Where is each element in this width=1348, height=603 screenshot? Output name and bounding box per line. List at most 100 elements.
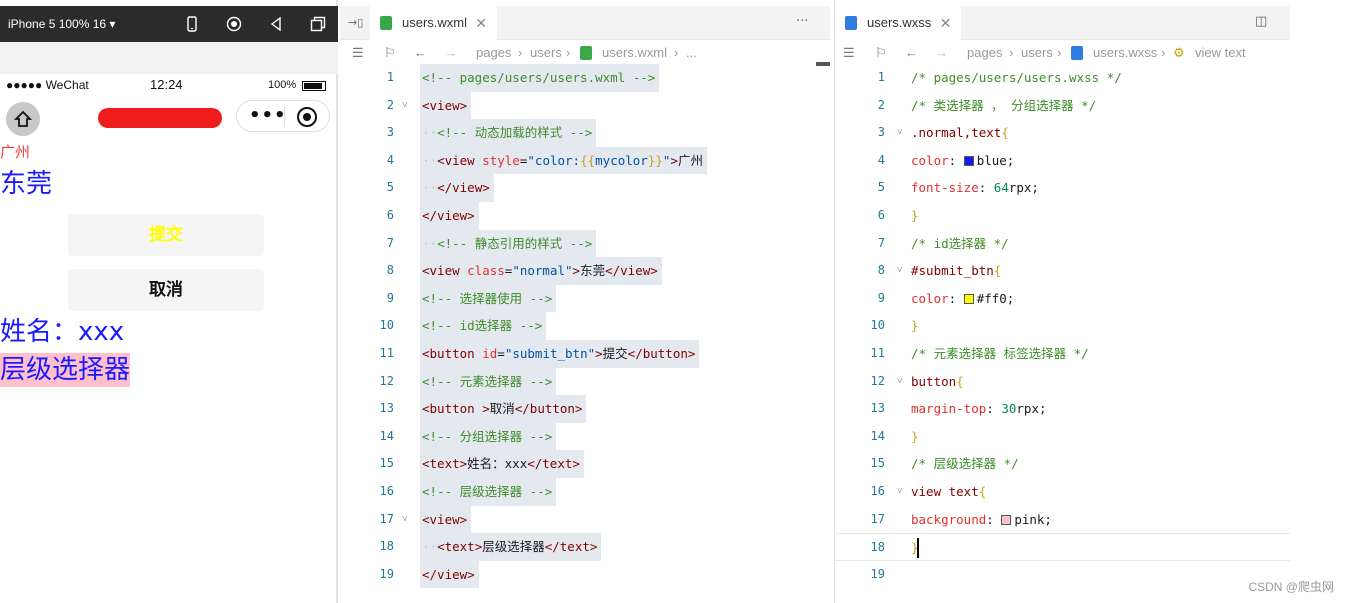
code-token: { (1001, 125, 1009, 141)
forward-arrow-icon[interactable]: → (444, 45, 457, 60)
wxml-line[interactable]: 15 <text>姓名：xxx</text> (340, 450, 830, 478)
list-icon[interactable]: ☰ (843, 45, 855, 61)
code-token: rpx; (1008, 180, 1039, 196)
tab-users-wxml[interactable]: users.wxml ✕ (370, 6, 498, 40)
breadcrumb-item[interactable]: users.wxss (1093, 45, 1157, 60)
phone-icon[interactable] (184, 16, 200, 32)
fold-chevron-icon[interactable]: ˅ (402, 92, 408, 120)
submit-button[interactable]: 提交 (68, 214, 264, 256)
wxml-line[interactable]: 11 <button id="submit_btn">提交</button> (340, 340, 830, 368)
home-icon[interactable] (6, 102, 40, 136)
back-arrow-icon[interactable]: ← (414, 45, 427, 60)
breadcrumb-item[interactable]: users.wxml (602, 45, 667, 60)
code-token: </text> (527, 456, 580, 472)
list-icon[interactable]: ☰ (352, 45, 364, 61)
breadcrumb: ☰ ⚐ ← → pages › users › users.wxss › ⚙ v… (835, 40, 1290, 66)
wxss-line[interactable]: 11 /* 元素选择器 标签选择器 */ (835, 340, 1290, 368)
wxml-line[interactable]: 3 ··<!-- 动态加载的样式 --> (340, 119, 830, 147)
line-number: 13 (870, 401, 885, 416)
wxss-line[interactable]: 4 color: blue; (835, 147, 1290, 175)
fold-chevron-icon[interactable]: ˅ (897, 478, 903, 506)
wxss-line[interactable]: 18} (835, 533, 1290, 561)
wxss-line[interactable]: 9 color: #ff0; (835, 285, 1290, 313)
breadcrumb-item[interactable]: users (1021, 45, 1053, 60)
split-arrow-icon[interactable]: →▯ (348, 16, 363, 29)
wxml-editor: →▯ users.wxml ✕ ··· ☰ ⚐ ← → pages › user… (340, 0, 830, 603)
code-token: button (911, 373, 957, 389)
more-icon[interactable]: ••• (249, 105, 287, 126)
line-number: 3 (877, 125, 885, 140)
wxml-line[interactable]: 1 <!-- pages/users/users.wxml --> (340, 64, 830, 92)
wxml-line[interactable]: 14 <!-- 分组选择器 --> (340, 422, 830, 451)
code-token: </button> (627, 346, 696, 361)
wxml-line[interactable]: 6 </view> (340, 202, 830, 230)
wxss-line[interactable]: 3 ˅ .normal,text{ (835, 119, 1290, 147)
battery-level: 100% (268, 79, 297, 91)
fold-chevron-icon[interactable]: ˅ (897, 257, 903, 285)
wxml-line[interactable]: 13 <button >取消</button> (340, 395, 830, 423)
code-token: { (993, 263, 1002, 279)
wxss-line[interactable]: 13 margin-top: 30rpx; (835, 395, 1290, 423)
wxss-line[interactable]: 14} (835, 423, 1290, 451)
code-token: : (986, 511, 1002, 527)
code-token: "normal" (512, 263, 573, 279)
wxss-line[interactable]: 1 /* pages/users/users.wxss */ (835, 64, 1290, 92)
wxml-line[interactable]: 12 <!-- 元素选择器 --> (340, 367, 830, 396)
wxml-line[interactable]: 16 <!-- 层级选择器 --> (340, 478, 830, 506)
breadcrumb-item[interactable]: users (530, 45, 562, 60)
breadcrumb-item[interactable]: ... (686, 45, 697, 60)
wxss-line[interactable]: 6} (835, 202, 1290, 230)
forward-arrow-icon[interactable]: → (935, 45, 948, 60)
code-token: margin-top (911, 401, 987, 417)
wxml-line[interactable]: 2 ˅ <view> (340, 91, 830, 120)
wxml-line[interactable]: 4 ··<view style="color:{{mycolor}}">广州 (340, 146, 830, 175)
wxss-line[interactable]: 19 (835, 561, 1290, 589)
close-icon[interactable]: ✕ (475, 6, 487, 40)
back-arrow-icon[interactable]: ← (905, 45, 918, 60)
fold-chevron-icon[interactable]: ˅ (897, 368, 903, 396)
wxss-line[interactable]: 2 /* 类选择器 ， 分组选择器 */ (835, 92, 1290, 120)
code-token: pink; (1014, 511, 1052, 527)
color-swatch-icon[interactable] (963, 155, 974, 166)
wxml-line[interactable]: 10 <!-- id选择器 --> (340, 312, 830, 340)
back-icon[interactable] (268, 16, 284, 32)
wxss-line[interactable]: 10} (835, 312, 1290, 340)
window-icon[interactable] (310, 16, 326, 32)
split-editor-icon[interactable]: ◫ (1255, 14, 1267, 29)
wxss-line[interactable]: 16 ˅ view text{ (835, 478, 1290, 506)
cancel-button[interactable]: 取消 (68, 269, 264, 311)
wxml-line[interactable]: 18 ··<text>层级选择器</text> (340, 533, 830, 561)
wxss-line[interactable]: 12 ˅ button{ (835, 368, 1290, 396)
fold-chevron-icon[interactable]: ˅ (402, 506, 408, 534)
breadcrumb-item[interactable]: pages (476, 45, 511, 60)
wxss-line[interactable]: 15 /* 层级选择器 */ (835, 450, 1290, 478)
wxml-line[interactable]: 9 <!-- 选择器使用 --> (340, 284, 830, 313)
wxml-line[interactable]: 5 ··</view> (340, 174, 830, 202)
fold-chevron-icon[interactable]: ˅ (897, 119, 903, 147)
wxss-tab-bar: users.wxss ✕ ◫ (835, 6, 1290, 40)
close-target-icon[interactable] (297, 107, 317, 127)
line-number: 9 (386, 290, 394, 305)
battery-icon (302, 81, 326, 91)
wxml-line[interactable]: 19 </view> (340, 560, 830, 589)
wxss-line[interactable]: 17 background: pink; (835, 506, 1290, 534)
wxss-line[interactable]: 5 font-size: 64rpx; (835, 174, 1290, 202)
tab-users-wxss[interactable]: users.wxss ✕ (835, 6, 962, 40)
wxss-line[interactable]: 7 /* id选择器 */ (835, 230, 1290, 258)
bookmark-icon[interactable]: ⚐ (875, 45, 887, 61)
record-icon[interactable] (226, 16, 242, 32)
color-swatch-icon[interactable] (963, 293, 974, 304)
color-swatch-icon[interactable] (1001, 514, 1012, 525)
more-actions-icon[interactable]: ··· (796, 14, 808, 29)
breadcrumb-item[interactable]: view text (1195, 45, 1246, 60)
bookmark-icon[interactable]: ⚐ (384, 45, 396, 61)
wxml-line[interactable]: 8 <view class="normal">东莞</view> (340, 257, 830, 285)
line-number: 4 (386, 152, 394, 167)
wxss-line[interactable]: 8 ˅ #submit_btn{ (835, 257, 1290, 285)
device-selector[interactable]: iPhone 5 100% 16 ▾ (8, 17, 115, 31)
close-icon[interactable]: ✕ (940, 6, 952, 40)
wxml-line[interactable]: 17 ˅ <view> (340, 505, 830, 534)
wxml-line[interactable]: 7 ··<!-- 静态引用的样式 --> (340, 229, 830, 258)
code-token: <view> (422, 511, 468, 527)
breadcrumb-item[interactable]: pages (967, 45, 1002, 60)
